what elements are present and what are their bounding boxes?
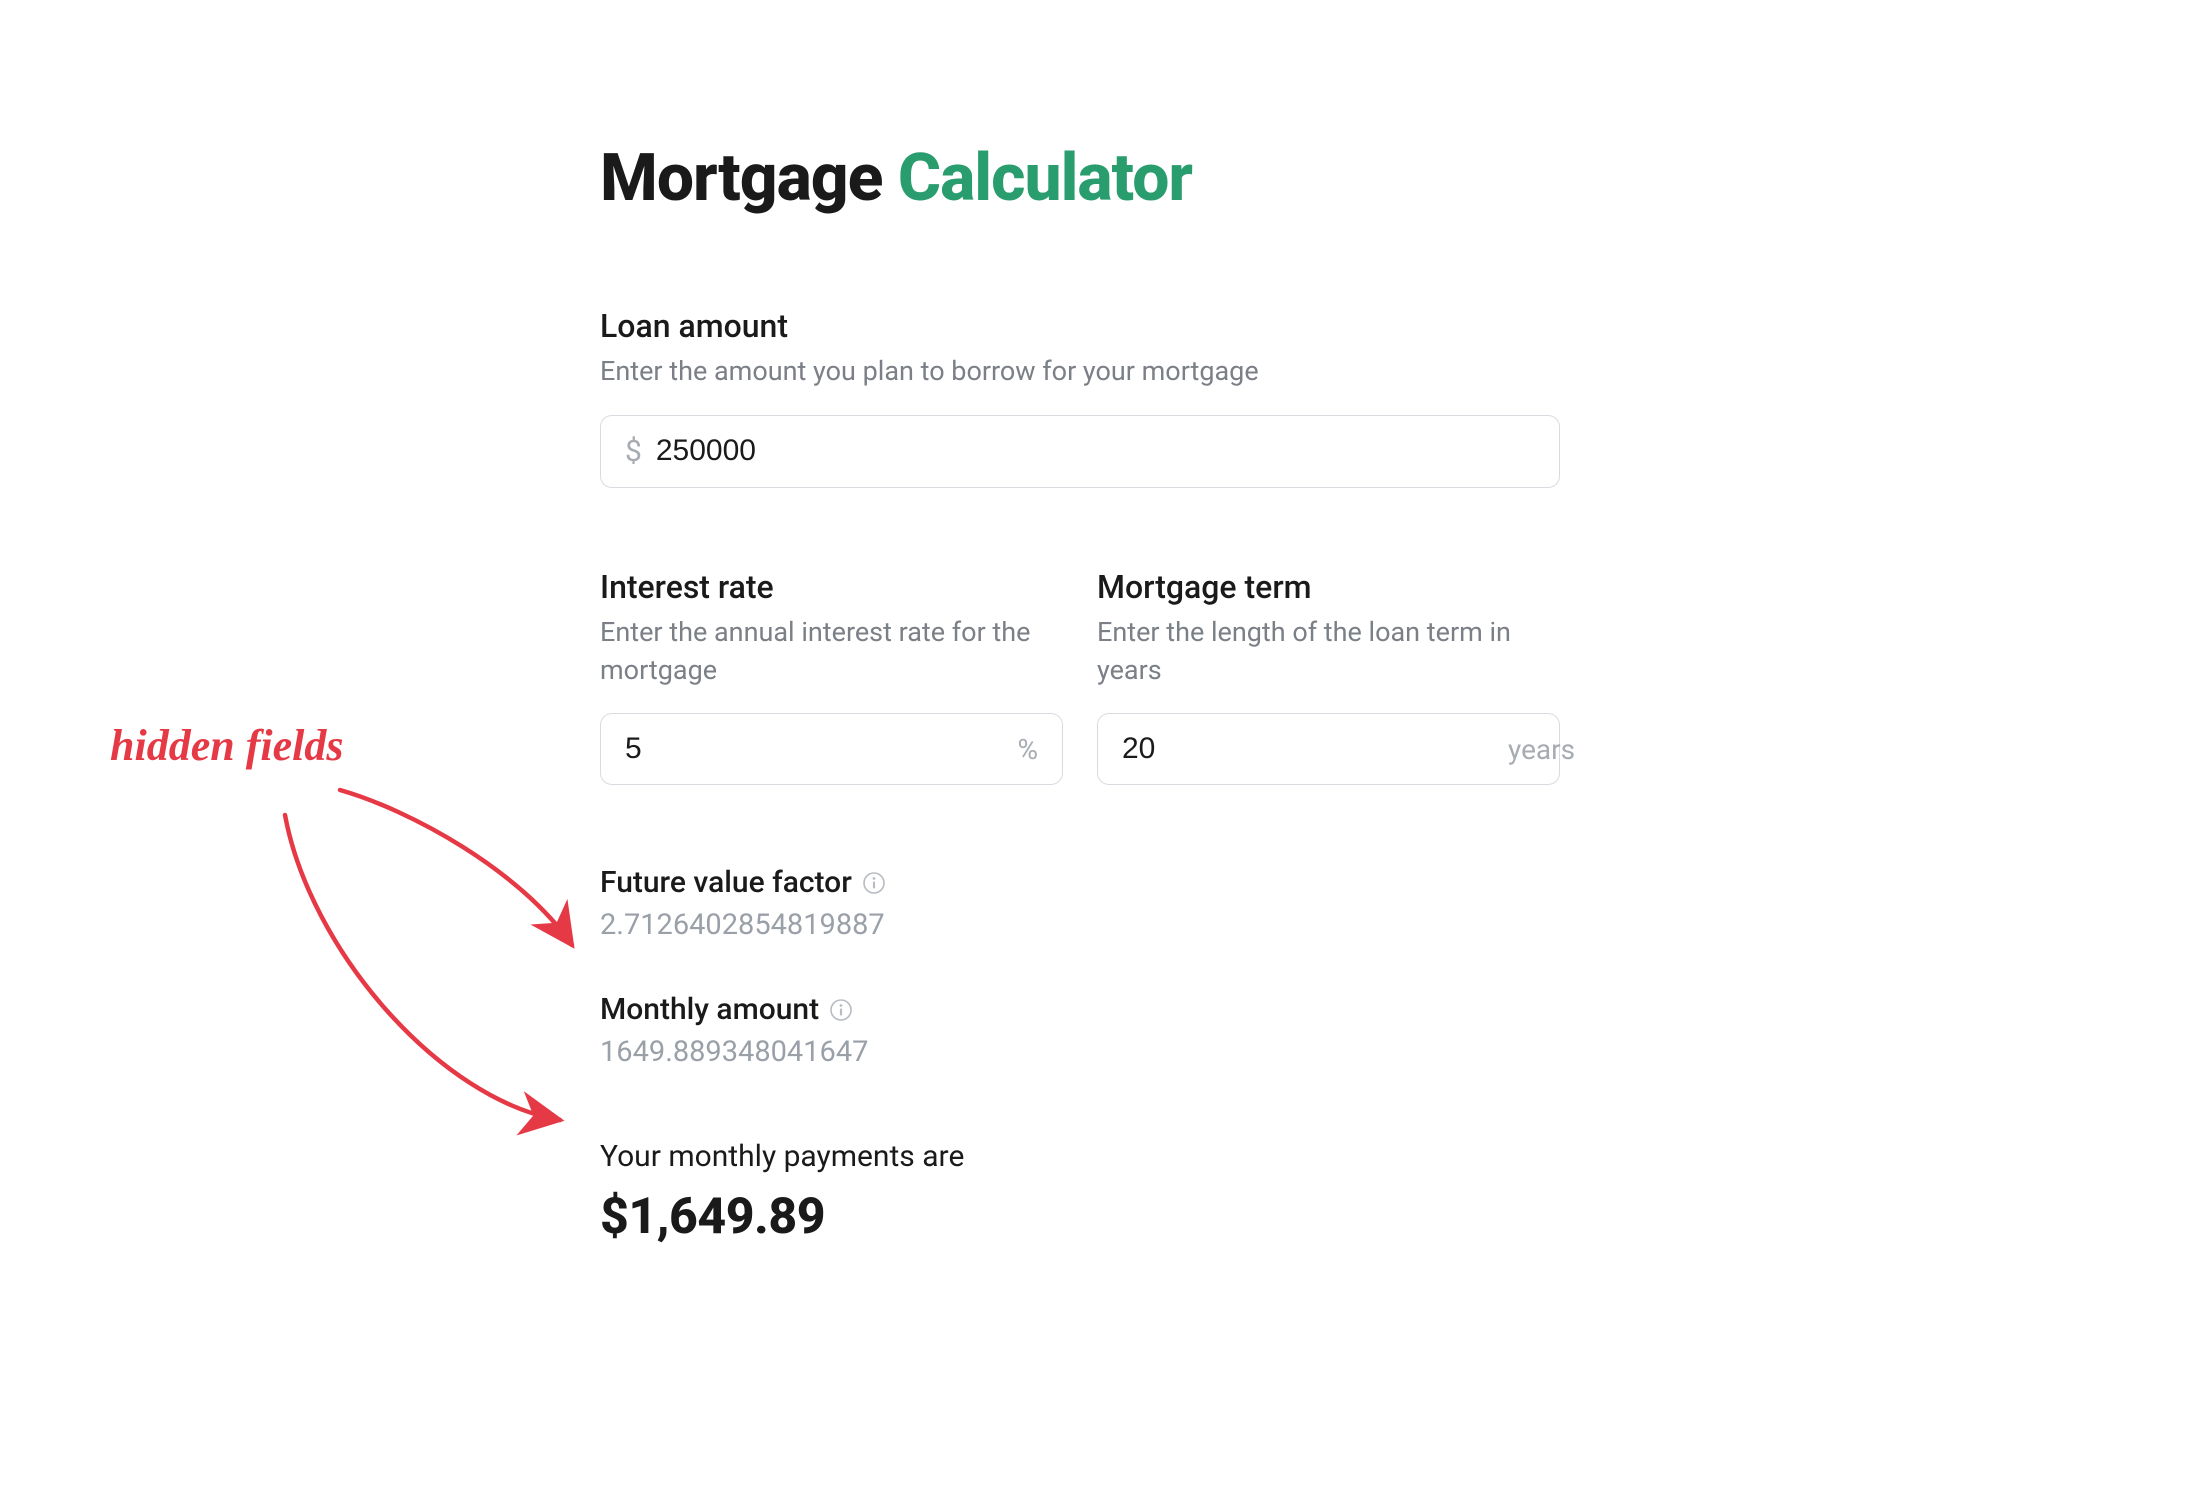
monthly-amount-group: Monthly amount 1649.889348041647: [600, 992, 1560, 1069]
rate-term-row: Interest rate Enter the annual interest …: [600, 568, 1560, 786]
interest-rate-group: Interest rate Enter the annual interest …: [600, 568, 1063, 786]
mortgage-calculator-form: Mortgage Calculator Loan amount Enter th…: [600, 140, 1560, 1246]
info-icon[interactable]: [862, 871, 886, 895]
future-value-factor-label-text: Future value factor: [600, 865, 852, 900]
result-value: $1,649.89: [600, 1188, 1560, 1246]
page-title: Mortgage Calculator: [600, 140, 1560, 217]
future-value-factor-value: 2.7126402854819887: [600, 908, 1560, 942]
interest-rate-input[interactable]: [625, 732, 1017, 766]
title-part-1: Mortgage: [600, 140, 898, 217]
monthly-amount-label-text: Monthly amount: [600, 992, 819, 1027]
mortgage-term-input-wrap[interactable]: years: [1097, 713, 1560, 785]
info-icon[interactable]: [829, 998, 853, 1022]
result-label: Your monthly payments are: [600, 1139, 1560, 1174]
future-value-factor-label: Future value factor: [600, 865, 1560, 900]
dollar-sign-icon: $: [625, 434, 642, 469]
years-suffix: years: [1508, 733, 1575, 766]
mortgage-term-group: Mortgage term Enter the length of the lo…: [1097, 568, 1560, 786]
interest-rate-input-wrap[interactable]: %: [600, 713, 1063, 785]
percent-suffix: %: [1017, 733, 1038, 766]
loan-amount-group: Loan amount Enter the amount you plan to…: [600, 307, 1560, 488]
annotation-text: hidden fields: [110, 720, 630, 771]
monthly-amount-label: Monthly amount: [600, 992, 1560, 1027]
annotation-arrows-icon: [110, 720, 630, 1220]
interest-rate-label: Interest rate: [600, 568, 1063, 606]
future-value-factor-group: Future value factor 2.7126402854819887: [600, 865, 1560, 942]
loan-amount-help: Enter the amount you plan to borrow for …: [600, 353, 1560, 391]
title-part-2: Calculator: [898, 140, 1192, 217]
loan-amount-label: Loan amount: [600, 307, 1560, 345]
result-group: Your monthly payments are $1,649.89: [600, 1139, 1560, 1246]
mortgage-term-label: Mortgage term: [1097, 568, 1560, 606]
loan-amount-input[interactable]: [656, 434, 1535, 468]
interest-rate-help: Enter the annual interest rate for the m…: [600, 614, 1063, 690]
loan-amount-input-wrap[interactable]: $: [600, 415, 1560, 488]
monthly-amount-value: 1649.889348041647: [600, 1035, 1560, 1069]
mortgage-term-help: Enter the length of the loan term in yea…: [1097, 614, 1560, 690]
mortgage-term-input[interactable]: [1122, 732, 1508, 766]
annotation-overlay: hidden fields: [110, 720, 630, 1220]
